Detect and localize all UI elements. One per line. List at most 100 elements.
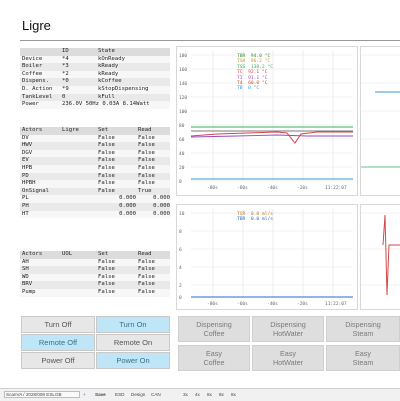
row-id: *2 [60,70,96,79]
actor-uol [60,258,96,267]
y-tick: 100 [179,109,187,115]
turn-on-button[interactable]: Turn On [96,316,170,333]
power-row: Power 236.0V 50Hz 0.03A 8.14Watt [20,101,170,109]
row-id: *0 [60,78,96,86]
actor-read: False [136,180,170,188]
actor-set: False [96,149,136,158]
row-state: kCoffee [96,78,170,86]
design-button[interactable]: Design [131,392,145,397]
dispensing-hotwater-button[interactable]: Dispensing HotWater [252,316,324,342]
actor-read: True [136,187,170,196]
button-line: Dispensing [196,320,232,329]
esd-button[interactable]: ESD [115,392,124,397]
secondary-chart-svg [361,212,400,296]
bottom-status-bar: ScanVA / 2028/008 ESLGB + Save ESD Desig… [0,388,400,401]
status-table: ID State Device *4 kOnReady Boiler *3 kReady… [20,48,170,109]
actor-uol [60,288,96,297]
header-cell: Read [136,127,170,135]
actor-ligre [60,210,96,219]
row-id: *4 [60,55,96,64]
remote-off-button[interactable]: Remote Off [21,334,95,351]
actor-read: False [136,149,170,158]
table-row: Dispens. *0 kCoffee [20,78,170,86]
actor-read: False [136,172,170,181]
row-state: kOnReady [96,55,170,64]
header-cell: Read [136,251,170,259]
actor-ligre [60,134,96,143]
actors-table: Actors Ligre Set Read DV False False HWV Fa… [20,127,170,219]
table-row: Boiler *3 kReady [20,63,170,71]
easy-coffee-button[interactable]: Easy Coffee [178,345,250,371]
y-tick: 180 [179,53,187,59]
table-row: D. Action *9 kStopDispensing [20,85,170,94]
x-tick: -80s [207,185,218,191]
actor-name: EV [20,157,60,165]
y-tick: 140 [179,81,187,87]
option-toggle[interactable]: 8x [231,392,236,397]
dispensing-steam-button[interactable]: Dispensing Steam [326,316,400,342]
option-toggle[interactable]: 8x [219,392,224,397]
actors-table-header: Actors UOL Set Read [20,251,170,259]
legend-value: 92.1 °C [248,70,268,76]
x-tick: -80s [207,301,218,307]
table-row: HT 0.000 0.000 [20,210,170,219]
y-tick: 8 [179,229,182,235]
easy-steam-button[interactable]: Easy Steam [326,345,400,371]
actor-name: Pump [20,288,60,297]
button-line: Steam [352,329,374,338]
legend-item: TBR 0.0 ml/s [237,217,273,222]
easy-hotwater-button[interactable]: Easy HotWater [252,345,324,371]
x-tick: -60s [237,185,248,191]
row-label: Dispens. [20,78,60,86]
secondary-chart-partial [360,204,400,310]
actor-name: DV [20,134,60,143]
power-off-button[interactable]: Power Off [21,352,95,369]
table-row: Device *4 kOnReady [20,55,170,64]
option-toggle[interactable]: 3x [183,392,188,397]
y-tick: 160 [179,67,187,73]
legend-name: TC [237,70,243,76]
y-tick: 10 [179,211,185,217]
y-tick: 2 [179,283,182,289]
can-button[interactable]: CAN [151,392,161,397]
dispensing-coffee-button[interactable]: Dispensing Coffee [178,316,250,342]
header-cell: UOL [60,251,96,259]
header-divider [20,40,400,41]
table-row: HPB False False [20,164,170,173]
y-tick: 4 [179,265,182,271]
actor-read: 0.000 [136,202,170,211]
add-icon[interactable]: + [83,392,86,397]
actor-set: False [96,266,136,274]
actor-name: DGV [20,149,60,158]
actor-name: BRV [20,281,60,289]
actor-read: False [136,273,170,282]
option-toggle[interactable]: 4x [195,392,200,397]
app-title: Ligre [22,18,51,33]
y-tick: 0 [179,179,182,185]
table-row: SH False False [20,266,170,274]
button-line: Easy [206,349,222,358]
actor-set: False [96,281,136,289]
power-on-button[interactable]: Power On [96,352,170,369]
actors-table-header: Actors Ligre Set Read [20,127,170,135]
option-toggle[interactable]: 8x [207,392,212,397]
actor-read: 0.000 [136,210,170,219]
legend-value: 0 °C [248,86,260,92]
actor-set: False [96,187,136,196]
x-tick: -20s [297,301,308,307]
pressure-chart-svg [361,54,400,168]
button-line: Steam [352,358,374,367]
actor-read: False [136,157,170,165]
actor-set: False [96,142,136,150]
remote-on-button[interactable]: Remote On [96,334,170,351]
actor-uol [60,266,96,274]
header-cell: State [96,48,170,56]
legend-name: TSH [237,59,246,65]
row-state: kReady [96,63,170,71]
actor-ligre [60,202,96,211]
actor-name: PH [20,202,60,211]
actor-ligre [60,195,96,203]
turn-off-button[interactable]: Turn Off [21,316,95,333]
series-ti [190,134,353,138]
save-button[interactable]: Save [95,392,106,397]
